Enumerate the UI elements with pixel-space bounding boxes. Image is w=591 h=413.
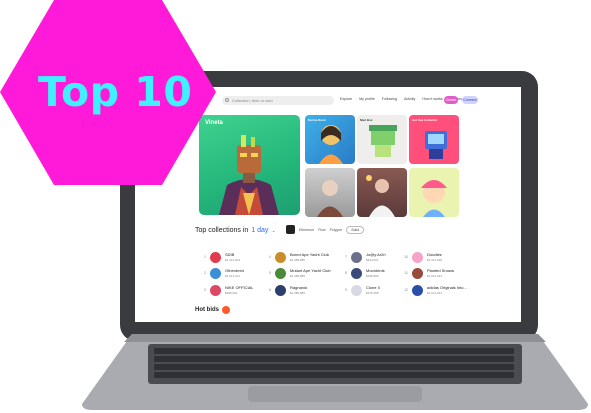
avatar (210, 251, 221, 263)
rank: 2 (204, 271, 206, 275)
avatar (210, 284, 221, 296)
avatar (210, 267, 221, 279)
collection-volume: $1,314,025 (427, 258, 443, 262)
badge-text: Top 10 (38, 68, 193, 116)
nft-tile[interactable]: Get free Collectid (409, 115, 459, 164)
collection-volume: $1,412,004 (225, 258, 241, 262)
collection-row[interactable]: 7 Jo@y.Ar2ri $404,521 (342, 250, 386, 264)
collection-row[interactable]: 9 Clone X $375,488 (342, 283, 380, 297)
search-input[interactable]: Collection, item or user (222, 96, 334, 105)
nav-explore[interactable]: Explore (340, 97, 352, 101)
collection-row[interactable]: 11 Planted Snowa $1,014,024 (403, 266, 454, 280)
fire-icon (222, 306, 230, 314)
avatar (351, 267, 362, 279)
rank: 10 (404, 255, 408, 259)
collection-name: Jo@y.Ar2ri (366, 252, 386, 257)
rank: 3 (204, 288, 206, 292)
collection-name: NIKE OFFICIAL (225, 285, 254, 290)
tile-art (366, 175, 395, 217)
rank: 9 (345, 288, 347, 292)
chain-filter-icon[interactable] (286, 225, 295, 234)
rank: 6 (269, 288, 271, 292)
chevron-down-icon[interactable]: ⌄ (271, 228, 275, 234)
collection-volume: $399,985 (366, 274, 379, 278)
collection-row[interactable]: 6 Ragnarok $1,080,885 (266, 283, 307, 297)
collection-row[interactable]: 5 Mutant Ape Yacht Club $1,080,885 (266, 266, 331, 280)
rank: 4 (269, 255, 271, 259)
hot-bids-title: Hot bids (195, 307, 219, 313)
nav-following[interactable]: Following (382, 97, 397, 101)
rank: 7 (345, 255, 347, 259)
collection-row[interactable]: 10 Doodles $1,314,025 (403, 250, 442, 264)
nft-tile[interactable] (357, 168, 407, 217)
chain-polygon[interactable]: Polygon (330, 228, 343, 232)
avatar (351, 251, 362, 263)
collection-name: adidas Originals Into... (427, 285, 467, 290)
collection-name: Ragnarok (290, 285, 308, 290)
avatar (412, 267, 423, 279)
avatar (275, 267, 286, 279)
collection-volume: $1,014,024 (427, 274, 443, 278)
rank: 5 (269, 271, 271, 275)
collection-row[interactable]: 2 Otherdeed $1,014,201 (201, 266, 244, 280)
collection-volume: $1,080,885 (290, 291, 306, 295)
collection-volume: $1,080,885 (290, 274, 306, 278)
hot-bids-heading: Hot bids (195, 306, 230, 314)
avatar (412, 284, 423, 296)
avatar (275, 251, 286, 263)
laptop-base (82, 334, 588, 410)
collection-name: Bored Ape Yacht Club (290, 252, 329, 257)
tile-art (421, 180, 447, 217)
collection-name: Moonbirds (366, 268, 385, 273)
search-icon (225, 98, 229, 102)
section-title-text: Top collections in (195, 227, 249, 234)
nft-tile[interactable] (409, 168, 459, 217)
chain-ethereum[interactable]: Ethereum (299, 228, 314, 232)
create-button[interactable]: Create (444, 96, 458, 104)
tile-art (317, 180, 343, 217)
collection-row[interactable]: 8 Moonbirds $399,985 (342, 266, 385, 280)
nav-my-profile[interactable]: My profile (359, 97, 375, 101)
collection-name: Planted Snowa (427, 268, 454, 273)
collection-row[interactable]: 1 SDIB $1,412,004 (201, 250, 240, 264)
collection-name: Otherdeed (225, 268, 244, 273)
collection-volume: $404,521 (366, 258, 379, 262)
collection-name: SDIB (225, 252, 235, 257)
period-dropdown[interactable]: 1 day (251, 227, 268, 234)
rank: 11 (404, 271, 408, 275)
nft-tile[interactable]: Karina Rumi (305, 115, 355, 164)
avatar (275, 284, 286, 296)
collection-volume: $1,089,885 (290, 258, 306, 262)
avatar (351, 284, 362, 296)
nft-tile[interactable]: Mad Box (357, 115, 407, 164)
sort-select[interactable]: Solid (346, 225, 365, 234)
tile-art (319, 125, 343, 164)
rank: 1 (204, 255, 206, 259)
collection-volume: $1,014,201 (225, 274, 241, 278)
collection-name: Doodles (427, 252, 442, 257)
nav-activity[interactable]: Activity (404, 97, 415, 101)
collection-volume: $999,081 (225, 291, 238, 295)
section-title: Top collections in 1 day ⌄ (195, 227, 276, 234)
nav-how-it-works[interactable]: How it works (422, 97, 442, 101)
tile-art (425, 131, 447, 159)
avatar (412, 251, 423, 263)
nft-tile[interactable] (305, 168, 355, 217)
chain-filters: Ethereum Flow Polygon Solid (286, 225, 365, 234)
chain-flow[interactable]: Flow (318, 228, 325, 232)
collection-volume: $375,488 (366, 291, 379, 295)
collection-name: Clone X (366, 285, 381, 290)
rank: 12 (404, 288, 408, 292)
tile-art (369, 125, 397, 157)
rank: 8 (345, 271, 347, 275)
collection-row[interactable]: 4 Bored Ape Yacht Club $1,089,885 (266, 250, 329, 264)
search-placeholder: Collection, item or user (232, 98, 273, 103)
collection-name: Mutant Ape Yacht Club (290, 268, 331, 273)
connect-button[interactable]: Connect (462, 96, 478, 104)
collection-volume: $1,014,024 (427, 291, 443, 295)
collection-row[interactable]: 3 NIKE OFFICIAL $999,081 (201, 283, 253, 297)
collection-row[interactable]: 12 adidas Originals Into... $1,014,024 (403, 283, 467, 297)
